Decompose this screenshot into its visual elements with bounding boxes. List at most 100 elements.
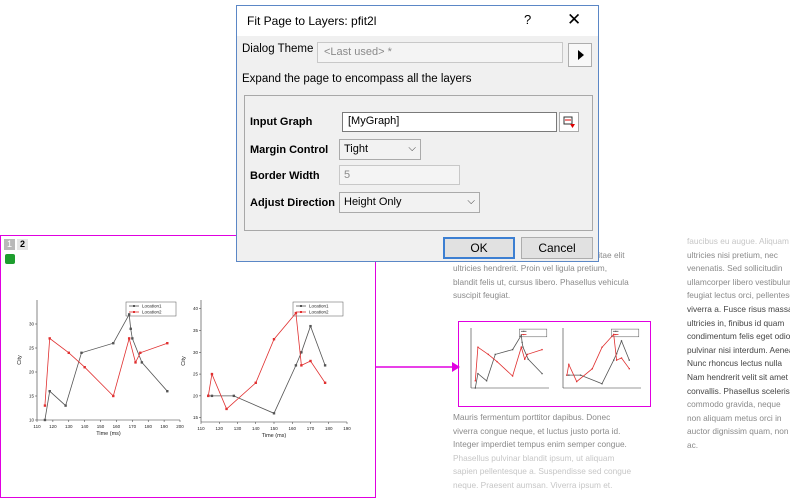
thumbnail-layers [470,328,641,389]
graph-window[interactable]: 1 2 110 120 130 140 150 160 170 180 190 200 10 15 20… [0,235,376,498]
data-point [566,374,568,376]
adjust-direction-select[interactable]: Height Only ⌵ [339,192,480,213]
data-point [272,338,276,341]
data-point [131,337,134,340]
border-width-label: Border Width [250,170,320,182]
y-tick-label: 20 [29,370,35,375]
dialog-title: Fit Page to Layers: pfit2l [247,14,377,28]
legend-label: Location1 [142,304,162,309]
data-point [300,351,303,354]
legend-label: Location1 [309,304,329,309]
border-width-field[interactable]: 5 [339,165,460,185]
arrow-icon [376,362,460,372]
data-point [487,353,489,356]
data-point [615,359,618,361]
data-point [207,394,210,398]
margin-control-label: Margin Control [250,144,329,156]
data-point [477,346,479,348]
doc-line: ultricies nisi pretium, nec [687,249,778,260]
fit-page-dialog: Fit Page to Layers: pfit2l ? ✕ Dialog Th… [236,5,599,262]
legend-box [519,328,548,338]
cancel-button[interactable]: Cancel [521,237,593,259]
theme-field[interactable]: <Last used> * [317,42,563,63]
y-tick-label: 35 [193,328,199,333]
data-point [80,351,83,354]
ok-button[interactable]: OK [443,237,515,259]
x-tick-label: 130 [234,426,242,431]
y-tick-label: 30 [193,350,199,355]
legend-marker [523,334,525,336]
x-tick-label: 170 [307,426,315,431]
data-point [309,359,312,363]
data-point [48,390,51,393]
graph-picker-button[interactable] [559,112,579,132]
data-point [521,341,523,344]
series-line [44,336,168,406]
data-point [477,372,479,375]
doc-line: venenatis. Sed sollicitudin [687,263,783,274]
legend-box [611,328,640,338]
x-tick-label: 170 [129,424,137,429]
adjust-direction-label: Adjust Direction [250,197,335,209]
data-point [64,404,67,407]
doc-line: ultricies hendrerit. Proin vel ligula pr… [453,263,608,274]
data-point [272,412,276,415]
chevron-down-icon: ⌵ [408,143,416,154]
data-point [134,361,137,364]
data-point [620,340,623,342]
data-point [527,358,529,360]
input-graph-label: Input Graph [250,116,313,128]
doc-line: viverra congue neque, et luctus justo po… [453,425,621,436]
doc-line: auctor dignissim quam, non [687,426,789,437]
data-point [520,334,522,336]
y-tick-label: 20 [193,393,199,398]
graph-picker-icon [563,116,575,128]
legend-label: Location2 [309,310,329,315]
theme-menu-button[interactable] [568,43,592,67]
x-tick-label: 190 [160,424,168,429]
data-point [601,383,603,385]
y-tick-label: 25 [193,372,199,377]
data-point [83,366,86,369]
x-tick-label: 150 [97,424,105,429]
doc-line: non aliquam metus orci in [687,412,782,423]
x-tick-label: 120 [49,424,57,429]
data-point [294,364,298,367]
close-button[interactable]: ✕ [567,10,581,30]
series-line [474,333,543,389]
doc-line: Integer imperdiet tempus enim semper con… [453,439,627,450]
play-arrow-icon [578,50,584,60]
doc-line: sapien pellentesque a. Suspendisse sed c… [453,466,632,477]
margin-control-select[interactable]: Tight ⌵ [339,139,421,160]
data-point [526,353,528,356]
data-point [474,380,476,382]
data-point [613,359,615,361]
data-point [254,381,257,384]
doc-line: suscipit feugiat. [453,290,511,301]
y-axis-label: City [181,356,187,366]
data-point [485,380,488,382]
data-point [210,372,214,376]
data-point [524,358,526,360]
x-axis-label: Time (ms) [96,431,121,437]
dialog-titlebar[interactable]: Fit Page to Layers: pfit2l ? ✕ [237,6,598,36]
legend-marker [133,311,135,313]
doc-line: neque. Praesent aumsan. Viverra ipsum et… [453,479,613,490]
x-tick-label: 140 [252,426,260,431]
data-point [522,346,524,348]
input-graph-field[interactable]: [MyGraph] [342,112,557,132]
data-point [613,333,615,336]
legend-label: Location2 [142,310,162,315]
data-point [494,353,496,356]
data-point [628,368,630,370]
x-tick-label: 200 [176,424,184,429]
legend-marker [300,305,302,307]
y-tick-label: 10 [29,418,35,423]
margin-control-value: Tight [344,143,369,155]
help-button[interactable]: ? [524,12,531,27]
legend-marker [523,330,525,332]
adjust-direction-value: Height Only [344,196,402,208]
x-tick-label: 180 [325,426,333,431]
x-tick-label: 110 [197,426,205,431]
y-tick-label: 40 [193,306,199,311]
